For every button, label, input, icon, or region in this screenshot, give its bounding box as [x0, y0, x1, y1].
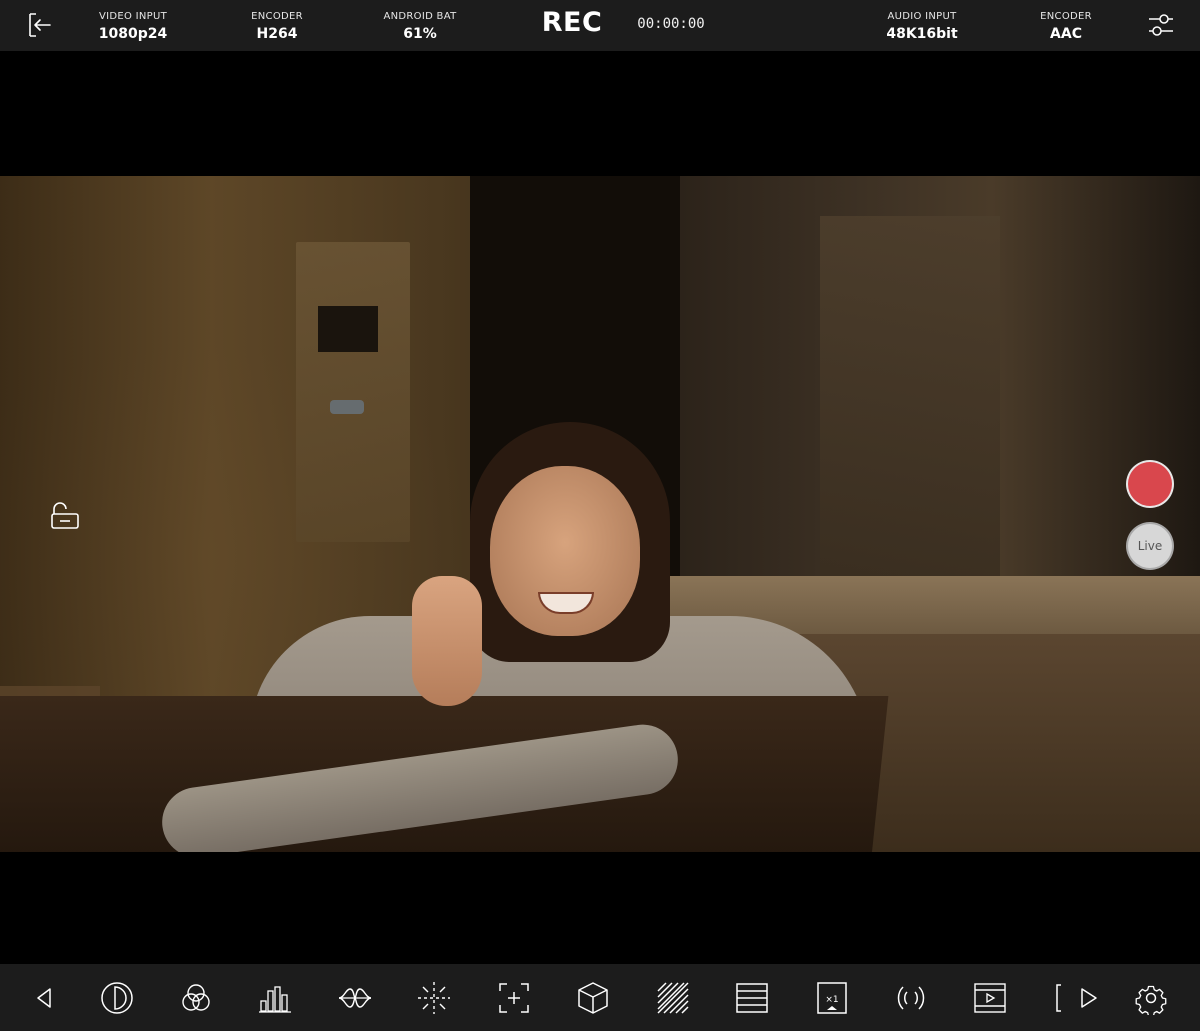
frame-guide-icon[interactable] — [497, 981, 531, 1015]
preview-intercom-panel — [296, 242, 410, 542]
unlock-icon[interactable] — [48, 500, 82, 532]
video-encoder-stat: ENCODER H264 — [251, 10, 303, 44]
audio-input-label: AUDIO INPUT — [887, 11, 957, 22]
zebra-icon[interactable] — [656, 981, 690, 1015]
battery-value: 61% — [403, 26, 437, 42]
audio-encoder-stat: ENCODER AAC — [1040, 10, 1092, 44]
video-input-label: VIDEO INPUT — [98, 11, 168, 22]
live-button[interactable]: Live — [1128, 524, 1172, 568]
back-icon[interactable] — [28, 981, 62, 1015]
audio-input-stat: AUDIO INPUT 48K16bit — [886, 10, 957, 44]
audio-encoder-value: AAC — [1050, 26, 1082, 42]
battery-stat: ANDROID BAT 61% — [383, 10, 456, 44]
waveform-icon[interactable] — [338, 981, 372, 1015]
top-status-bar: VIDEO INPUT 1080p24 ENCODER H264 ANDROID… — [0, 0, 1200, 51]
preview-person-hand — [412, 576, 482, 706]
audio-input-value: 48K16bit — [886, 26, 958, 42]
bottom-toolbar: ×1 — [0, 964, 1200, 1031]
lut-cube-icon[interactable] — [576, 981, 610, 1015]
record-button[interactable] — [1128, 462, 1172, 506]
video-input-value: 1080p24 — [98, 26, 168, 42]
preview-intercom-screen — [318, 306, 378, 352]
video-encoder-label: ENCODER — [251, 11, 303, 22]
rec-title: REC — [541, 7, 603, 38]
svg-text:×1: ×1 — [825, 995, 838, 1005]
settings-gear-icon[interactable] — [1134, 981, 1168, 1015]
camera-preview[interactable] — [0, 176, 1200, 852]
preview-intercom-light — [330, 400, 364, 414]
preview-cabinet — [820, 216, 1000, 576]
contrast-icon[interactable] — [100, 981, 134, 1015]
histogram-icon[interactable] — [258, 981, 292, 1015]
anamorphic-icon[interactable]: ×1 — [815, 981, 849, 1015]
sliders-icon[interactable] — [1146, 11, 1176, 39]
battery-label: ANDROID BAT — [383, 11, 457, 22]
focus-peaking-icon[interactable] — [417, 981, 451, 1015]
playback-icon[interactable] — [973, 981, 1007, 1015]
timecode: 00:00:00 — [637, 16, 705, 32]
video-input-stat: VIDEO INPUT 1080p24 — [99, 10, 167, 44]
video-encoder-value: H264 — [256, 26, 298, 42]
audio-signal-icon[interactable] — [894, 981, 928, 1015]
bracket-play-icon[interactable] — [1052, 981, 1097, 1015]
grid-lines-icon[interactable] — [735, 981, 769, 1015]
color-channels-icon[interactable] — [179, 981, 213, 1015]
exit-icon[interactable] — [24, 11, 56, 39]
audio-encoder-label: ENCODER — [1040, 11, 1092, 22]
